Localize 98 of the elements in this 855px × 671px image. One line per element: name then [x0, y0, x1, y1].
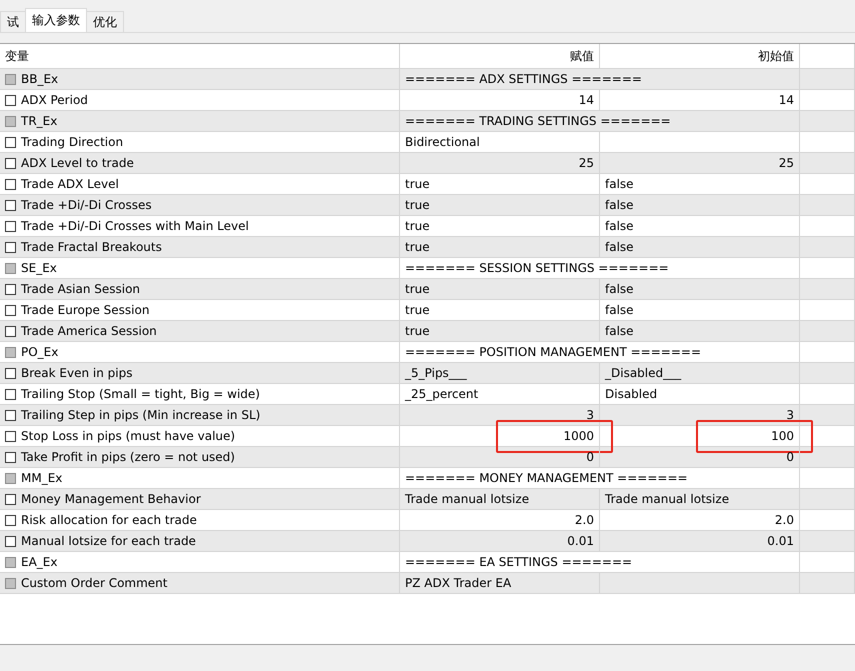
- checkbox[interactable]: [5, 410, 16, 420]
- parameter-value[interactable]: 25: [578, 156, 594, 170]
- checkbox[interactable]: [5, 326, 16, 336]
- column-header[interactable]: 初始值: [600, 44, 800, 68]
- initial-value: 0.01: [767, 534, 794, 548]
- checkbox[interactable]: [5, 116, 16, 126]
- parameter-value[interactable]: Bidirectional: [405, 135, 480, 149]
- parameter-name: Stop Loss in pips (must have value): [21, 429, 236, 443]
- parameter-name: Trade America Session: [21, 324, 157, 338]
- parameter-value[interactable]: true: [405, 219, 430, 233]
- parameter-name: Trailing Stop (Small = tight, Big = wide): [21, 387, 260, 401]
- parameter-value[interactable]: ======= ADX SETTINGS =======: [405, 72, 642, 86]
- parameter-value[interactable]: ======= SESSION SETTINGS =======: [405, 261, 669, 275]
- initial-value: _Disabled___: [605, 366, 682, 380]
- parameter-value[interactable]: ======= POSITION MANAGEMENT =======: [405, 345, 701, 359]
- column-header[interactable]: 赋值: [400, 44, 600, 68]
- parameter-name: Trade Fractal Breakouts: [21, 240, 162, 254]
- parameter-name: Manual lotsize for each trade: [21, 534, 196, 548]
- checkbox[interactable]: [5, 304, 16, 316]
- initial-value: false: [605, 198, 634, 212]
- parameter-value[interactable]: true: [405, 324, 430, 338]
- initial-value: false: [605, 177, 634, 191]
- parameter-name: Custom Order Comment: [21, 576, 168, 590]
- parameter-value[interactable]: 2.0: [574, 513, 594, 527]
- parameter-value[interactable]: PZ ADX Trader EA: [405, 576, 512, 590]
- parameter-name: Trading Direction: [21, 135, 124, 149]
- parameter-name: Trade +Di/-Di Crosses with Main Level: [21, 219, 249, 233]
- checkbox[interactable]: [5, 200, 16, 210]
- initial-value: 2.0: [774, 513, 794, 527]
- parameter-value[interactable]: ======= TRADING SETTINGS =======: [405, 114, 671, 128]
- parameter-name: ADX Period: [21, 93, 88, 107]
- checkbox[interactable]: [5, 494, 16, 504]
- checkbox[interactable]: [5, 388, 16, 400]
- checkbox[interactable]: [5, 158, 16, 168]
- checkbox[interactable]: [5, 452, 16, 462]
- checkbox[interactable]: [5, 472, 16, 484]
- parameter-name: Take Profit in pips (zero = not used): [21, 450, 235, 464]
- initial-value: false: [605, 282, 634, 296]
- parameter-name: BB_Ex: [21, 72, 58, 86]
- parameter-name: Trade Asian Session: [21, 282, 140, 296]
- checkbox[interactable]: [5, 220, 16, 232]
- checkbox[interactable]: [5, 578, 16, 588]
- checkbox[interactable]: [5, 514, 16, 526]
- initial-value: 100: [771, 429, 794, 443]
- initial-value: 0: [786, 450, 794, 464]
- parameter-name: TR_Ex: [21, 114, 58, 128]
- initial-value: false: [605, 324, 634, 338]
- checkbox[interactable]: [5, 368, 16, 378]
- parameter-value[interactable]: Trade manual lotsize: [405, 492, 530, 506]
- parameter-value[interactable]: true: [405, 177, 430, 191]
- parameter-name: Risk allocation for each trade: [21, 513, 197, 527]
- parameter-value[interactable]: 14: [578, 93, 594, 107]
- parameter-name: Money Management Behavior: [21, 492, 201, 506]
- parameter-name: Break Even in pips: [21, 366, 132, 380]
- parameter-value[interactable]: true: [405, 198, 430, 212]
- checkbox[interactable]: [5, 346, 16, 358]
- initial-value: false: [605, 303, 634, 317]
- checkbox[interactable]: [5, 242, 16, 252]
- initial-value: Trade manual lotsize: [605, 492, 730, 506]
- parameter-value[interactable]: 1000: [563, 429, 594, 443]
- tab[interactable]: 输入参数: [25, 8, 87, 32]
- checkbox[interactable]: [5, 262, 16, 274]
- initial-value: 3: [786, 408, 794, 422]
- parameter-value[interactable]: true: [405, 240, 430, 254]
- initial-value: 14: [778, 93, 794, 107]
- parameter-value[interactable]: ======= EA SETTINGS =======: [405, 555, 632, 569]
- parameter-value[interactable]: _25_percent: [405, 387, 478, 401]
- checkbox[interactable]: [5, 178, 16, 190]
- checkbox[interactable]: [5, 284, 16, 294]
- parameter-name: Trade Europe Session: [21, 303, 150, 317]
- parameter-value[interactable]: ======= MONEY MANAGEMENT =======: [405, 471, 688, 485]
- parameter-name: MM_Ex: [21, 471, 62, 485]
- parameter-value[interactable]: true: [405, 303, 430, 317]
- parameter-name: ADX Level to trade: [21, 156, 134, 170]
- tab[interactable]: 试: [0, 11, 26, 32]
- parameter-value[interactable]: 3: [586, 408, 594, 422]
- parameter-value[interactable]: 0: [586, 450, 594, 464]
- initial-value: false: [605, 240, 634, 254]
- parameter-name: SE_Ex: [21, 261, 57, 275]
- parameter-name: Trailing Step in pips (Min increase in SL): [21, 408, 260, 422]
- checkbox[interactable]: [5, 74, 16, 84]
- initial-value: Disabled: [605, 387, 658, 401]
- parameter-name: PO_Ex: [21, 345, 58, 359]
- initial-value: 25: [778, 156, 794, 170]
- parameter-name: Trade +Di/-Di Crosses: [21, 198, 152, 212]
- parameter-value[interactable]: true: [405, 282, 430, 296]
- column-header[interactable]: 变量: [0, 44, 400, 68]
- checkbox[interactable]: [5, 430, 16, 442]
- parameter-value[interactable]: _5_Pips___: [405, 366, 467, 380]
- checkbox[interactable]: [5, 536, 16, 546]
- parameter-name: EA_Ex: [21, 555, 58, 569]
- parameter-value[interactable]: 0.01: [567, 534, 594, 548]
- parameter-name: Trade ADX Level: [21, 177, 119, 191]
- initial-value: false: [605, 219, 634, 233]
- tab[interactable]: 优化: [86, 11, 124, 32]
- checkbox[interactable]: [5, 556, 16, 568]
- checkbox[interactable]: [5, 94, 16, 106]
- checkbox[interactable]: [5, 136, 16, 148]
